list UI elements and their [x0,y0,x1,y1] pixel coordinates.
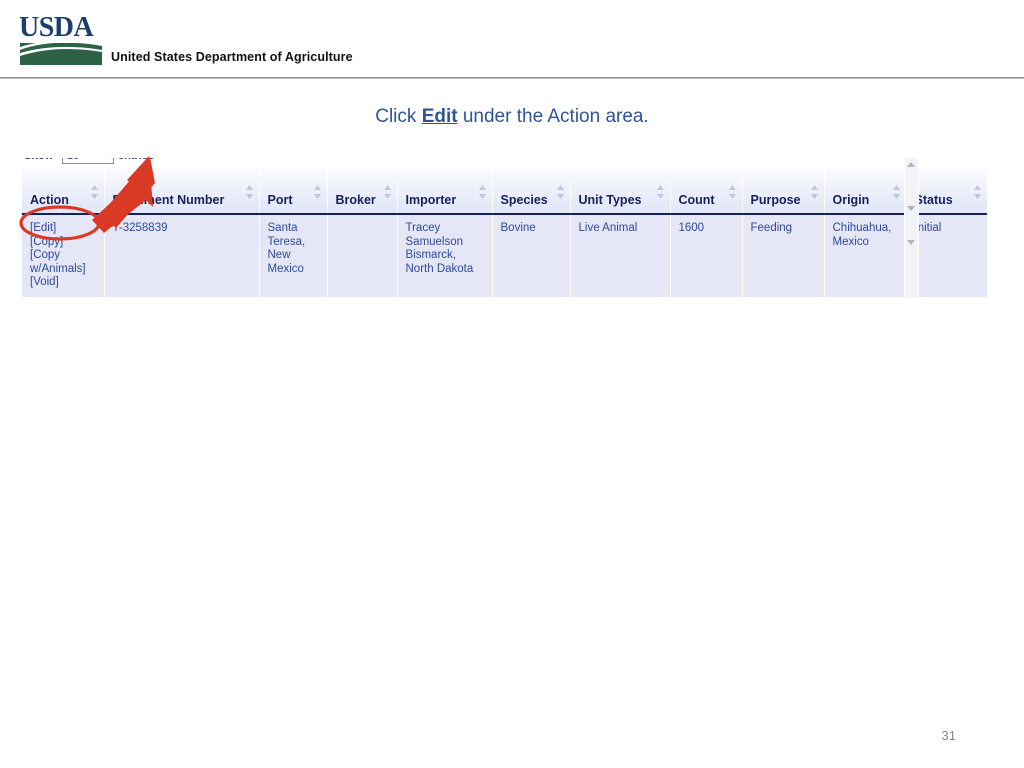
usda-logo: USDA [18,10,104,66]
column-label: Port [267,193,293,207]
column-label: Species [500,193,548,207]
table-row: [Edit] [Copy] [Copy w/Animals] [Void] T-… [22,214,987,298]
column-label: Status [914,193,953,207]
column-label: Document Number [112,193,225,207]
column-header-unit-types[interactable]: Unit Types [570,168,671,215]
column-label: Purpose [750,193,801,207]
cell-purpose: Feeding [742,214,825,298]
edit-link[interactable]: [Edit] [30,222,98,236]
instruction-keyword: Edit [421,106,458,127]
page-number: 31 [941,728,956,743]
column-label: Count [678,193,715,207]
cell-importer: Tracey Samuelson Bismarck, North Dakota [397,214,493,298]
sort-arrows-icon [656,185,664,199]
sort-arrows-icon [973,185,981,199]
shipment-documents-table: Action Document Number Port Broker Impor… [22,168,987,298]
svg-text:USDA: USDA [19,12,95,43]
sort-arrows-icon [810,185,818,199]
column-header-document-number[interactable]: Document Number [104,168,260,215]
datatable-footer: Showing 1 to 1 of 1 entries Previous Nex… [22,297,987,298]
table-header-row: Action Document Number Port Broker Impor… [22,168,987,215]
column-header-species[interactable]: Species [492,168,571,215]
sort-arrows-icon [245,185,253,199]
datatable-length-control: Show 10 entries [22,158,987,168]
cell-document-number: T-3258839 [104,214,260,298]
scroll-down-icon[interactable] [907,206,915,211]
slide-header: USDA United States Department of Agricul… [0,0,1024,79]
column-label: Action [30,193,69,207]
sort-arrows-icon [478,185,486,199]
column-header-origin[interactable]: Origin [824,168,907,215]
entries-length-select[interactable]: 10 [62,158,114,164]
column-label: Unit Types [578,193,642,207]
column-header-purpose[interactable]: Purpose [742,168,825,215]
sort-arrows-icon [892,185,900,199]
entries-label: entries [118,158,154,162]
copy-link[interactable]: [Copy] [30,236,98,250]
column-header-action[interactable]: Action [22,168,105,215]
column-header-broker[interactable]: Broker [327,168,398,215]
cell-unit-types: Live Animal [570,214,671,298]
sort-arrows-icon [556,185,564,199]
void-link[interactable]: [Void] [30,276,98,290]
column-label: Origin [832,193,870,207]
cell-broker [327,214,398,298]
instruction-after: under the Action area. [457,106,649,127]
sort-arrows-icon [90,185,98,199]
column-header-port[interactable]: Port [259,168,328,215]
column-header-count[interactable]: Count [670,168,743,215]
instruction-text: Click Edit under the Action area. [0,106,1024,128]
copy-with-animals-link[interactable]: [Copy w/Animals] [30,249,98,276]
agency-name: United States Department of Agriculture [111,50,353,64]
cell-species: Bovine [492,214,571,298]
instruction-before: Click [375,106,422,127]
scroll-up-icon[interactable] [907,162,915,167]
scroll-down-icon[interactable] [907,240,915,245]
column-label: Broker [335,193,376,207]
cell-count: 1600 [670,214,743,298]
column-header-importer[interactable]: Importer [397,168,493,215]
column-label: Importer [405,193,457,207]
sort-arrows-icon [383,185,391,199]
sort-arrows-icon [728,185,736,199]
cell-origin: Chihuahua, Mexico [824,214,907,298]
table-vertical-scrollbar[interactable] [904,158,919,298]
cell-port: Santa Teresa, New Mexico [259,214,328,298]
cell-action: [Edit] [Copy] [Copy w/Animals] [Void] [22,214,105,298]
show-label: Show [24,158,53,162]
sort-arrows-icon [313,185,321,199]
screenshot-clip: Show 10 entries Action [22,158,987,298]
